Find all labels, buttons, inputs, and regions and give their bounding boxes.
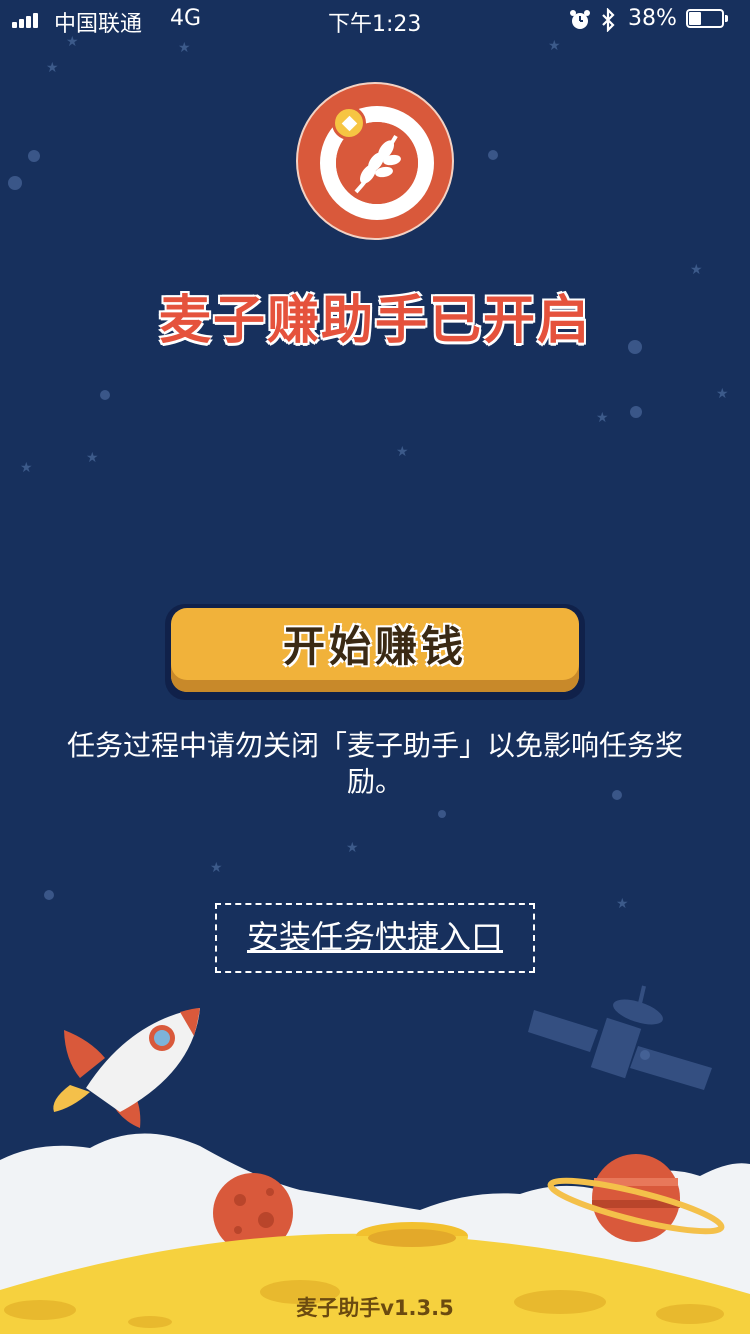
battery-percent-label: 38% [628, 6, 677, 31]
satellite-icon [528, 985, 712, 1090]
app-logo [296, 82, 454, 240]
install-shortcut-link[interactable]: 安装任务快捷入口 [215, 903, 535, 973]
clock-label: 下午1:23 [328, 12, 422, 37]
battery-icon [686, 9, 730, 30]
network-label: 4G [170, 6, 202, 31]
version-label: 麦子助手v1.3.5 [296, 1296, 454, 1320]
wheat-logo-icon [354, 134, 401, 194]
status-bar: 中国联通 4G 下午1:23 38% [0, 0, 750, 40]
start-earning-button[interactable]: 开始赚钱 [171, 608, 579, 692]
alarm-icon [570, 10, 590, 29]
tip-text: 任务过程中请勿关闭「麦子助手」以免影响任务奖励。 [66, 729, 683, 798]
bluetooth-icon [602, 8, 615, 32]
rocket-icon [53, 1008, 200, 1128]
signal-icon [12, 10, 46, 28]
start-button-frame: 开始赚钱 [165, 604, 585, 700]
page-title: 麦子赚助手已开启 [158, 291, 591, 351]
